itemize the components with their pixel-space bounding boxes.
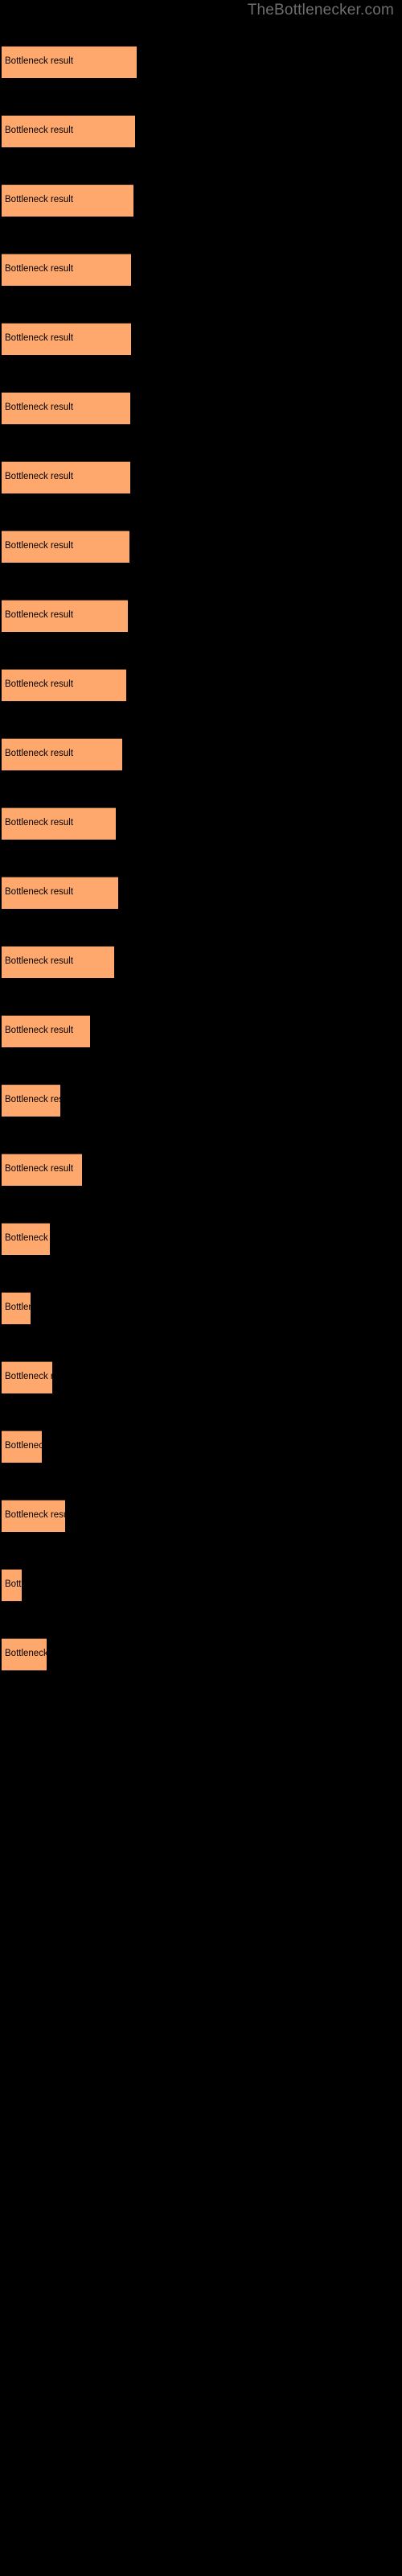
bar: Bottleneck result: [2, 738, 122, 770]
bar-label: Bottleneck result: [5, 749, 74, 758]
bar-label: Bottleneck result: [5, 56, 74, 66]
bar: Bottleneck result: [2, 669, 126, 701]
bar: Bottleneck result: [2, 1500, 65, 1532]
bar: Bottleneck result: [2, 1361, 52, 1393]
bar: Bottleneck result: [2, 392, 130, 424]
bar-label: Bottleneck result: [5, 195, 74, 204]
bar-label: Bottleneck result: [5, 610, 74, 620]
bar: Bottleneck result: [2, 1638, 47, 1670]
page-root: TheBottlenecker.com Bottleneck result Bot…: [0, 0, 402, 2576]
bar-label: Bottleneck result: [5, 1095, 60, 1104]
bar: Bottleneck result: [2, 1292, 31, 1324]
bar-label: Bottleneck result: [5, 126, 74, 135]
bar-label: Bottleneck result: [5, 1441, 42, 1451]
bar-label: Bottleneck result: [5, 264, 74, 274]
bar-label: Bottleneck result: [5, 956, 74, 966]
bar: Bottleneck result: [2, 1084, 60, 1117]
bar: Bottleneck result: [2, 46, 137, 78]
bar-label: Bottleneck result: [5, 1649, 47, 1658]
bar: Bottleneck result: [2, 184, 133, 217]
bar: Bottleneck result: [2, 877, 118, 909]
bar: Bottleneck result: [2, 1430, 42, 1463]
bar-label: Bottleneck result: [5, 402, 74, 412]
bar-label: Bottleneck result: [5, 818, 74, 828]
bar: Bottleneck result: [2, 1569, 22, 1601]
bar-label: Bottleneck result: [5, 472, 74, 481]
bar-chart-plot-area: Bottleneck result Bottleneck result Bottle…: [0, 0, 402, 2576]
bar: Bottleneck result: [2, 115, 135, 147]
bar-label: Bottleneck result: [5, 1026, 74, 1035]
bar-label: Bottleneck result: [5, 1302, 31, 1312]
bar: Bottleneck result: [2, 600, 128, 632]
bar-label: Bottleneck result: [5, 333, 74, 343]
bar: Bottleneck result: [2, 530, 129, 563]
bar: Bottleneck result: [2, 323, 131, 355]
bar: Bottleneck result: [2, 254, 131, 286]
bar: Bottleneck result: [2, 1223, 50, 1255]
bar: Bottleneck result: [2, 1154, 82, 1186]
bar: Bottleneck result: [2, 807, 116, 840]
bar: Bottleneck result: [2, 1015, 90, 1047]
bar-label: Bottleneck result: [5, 541, 74, 551]
bar: Bottleneck result: [2, 461, 130, 493]
bar-label: Bottleneck result: [5, 887, 74, 897]
bar-label: Bottleneck result: [5, 679, 74, 689]
bar-label: Bottleneck result: [5, 1233, 50, 1243]
bar-label: Bottleneck result: [5, 1164, 74, 1174]
bar-label: Bottleneck result: [5, 1579, 22, 1589]
bar-label: Bottleneck result: [5, 1510, 65, 1520]
bar-label: Bottleneck result: [5, 1372, 52, 1381]
bar: Bottleneck result: [2, 946, 114, 978]
